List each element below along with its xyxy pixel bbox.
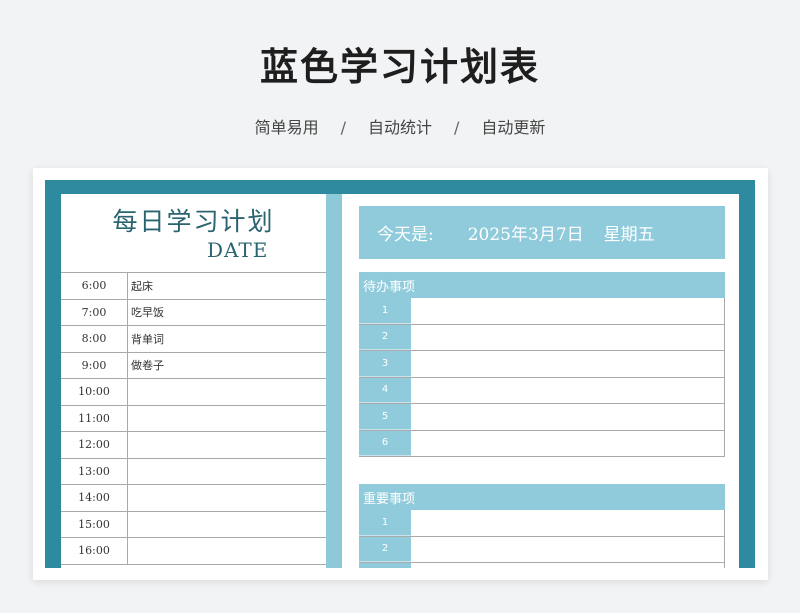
today-label: 今天是:	[377, 225, 434, 245]
schedule-time: 9:00	[61, 352, 128, 378]
todo-row-cell[interactable]	[411, 351, 725, 377]
schedule-task-cell[interactable]: 背单词	[128, 326, 326, 352]
important-row-cell[interactable]	[411, 536, 725, 562]
daily-plan-panel: 每日学习计划 DATE 6:00 起床 7:00 吃早饭 8:00 背单词 9:00 做卷子 1…	[61, 194, 327, 568]
todo-row-cell[interactable]	[411, 324, 725, 350]
feature-separator: /	[340, 118, 346, 137]
todo-row-number: 1	[359, 298, 411, 324]
todo-row-cell[interactable]	[411, 377, 725, 403]
schedule-task-cell[interactable]: 做卷子	[128, 353, 326, 379]
todo-row-cell[interactable]	[411, 404, 725, 430]
schedule-task-cell[interactable]	[128, 379, 326, 405]
schedule-task-cell[interactable]: 起床	[128, 273, 326, 299]
todo-rows: 123456	[359, 298, 725, 457]
todo-row: 6	[359, 430, 725, 457]
divider-strip	[326, 194, 342, 568]
today-banner: 今天是: 2025年3月7日 星期五	[359, 206, 725, 259]
date-label: DATE	[207, 238, 269, 262]
today-weekday: 星期五	[603, 225, 655, 245]
daily-plan-title: 每日学习计划	[112, 207, 275, 236]
overview-panel: 今天是: 2025年3月7日 星期五 待办事项 123456 重要事项 123	[342, 194, 739, 568]
schedule-task-cell[interactable]	[128, 459, 326, 485]
schedule-row: 11:00	[61, 405, 326, 432]
schedule-time: 6:00	[61, 273, 128, 299]
schedule-time: 14:00	[61, 485, 128, 511]
todo-row: 2	[359, 324, 725, 351]
important-rows: 123	[359, 510, 725, 568]
schedule-row: 7:00 吃早饭	[61, 299, 326, 326]
page-title: 蓝色学习计划表	[259, 45, 540, 89]
schedule-time: 10:00	[61, 379, 128, 405]
schedule-task-cell[interactable]	[128, 538, 326, 564]
schedule-time: 13:00	[61, 458, 128, 484]
important-row: 1	[359, 510, 725, 537]
today-date: 2025年3月7日	[467, 225, 584, 245]
todo-row: 5	[359, 404, 725, 431]
todo-row: 1	[359, 298, 725, 325]
important-title: 重要事项	[359, 484, 725, 510]
schedule-row: 15:00	[61, 511, 326, 538]
important-row-number: 2	[359, 536, 411, 562]
todo-section: 待办事项 123456	[359, 272, 725, 457]
todo-row-cell[interactable]	[411, 430, 725, 456]
schedule-task-cell[interactable]	[128, 432, 326, 458]
feature-list: 简单易用 / 自动统计 / 自动更新	[0, 114, 800, 138]
todo-row-number: 5	[359, 404, 411, 430]
schedule-row: 6:00 起床	[61, 273, 326, 300]
important-row: 3	[359, 563, 725, 568]
schedule-row: 8:00 背单词	[61, 326, 326, 353]
schedule-task-cell[interactable]	[128, 512, 326, 538]
schedule-time: 11:00	[61, 405, 128, 431]
spreadsheet-frame: 每日学习计划 DATE 6:00 起床 7:00 吃早饭 8:00 背单词 9:00 做卷子 1…	[45, 180, 755, 568]
feature-auto-update: 自动更新	[481, 118, 546, 137]
important-row-number: 3	[359, 563, 411, 568]
important-section: 重要事项 123	[359, 484, 725, 568]
todo-row-number: 3	[359, 351, 411, 377]
schedule-row: 9:00 做卷子	[61, 352, 326, 379]
schedule-row: 14:00	[61, 485, 326, 512]
schedule-time: 8:00	[61, 326, 128, 352]
important-row-number: 1	[359, 510, 411, 536]
sheet-card: 每日学习计划 DATE 6:00 起床 7:00 吃早饭 8:00 背单词 9:00 做卷子 1…	[33, 168, 768, 580]
schedule-time: 7:00	[61, 299, 128, 325]
schedule-time: 15:00	[61, 511, 128, 537]
feature-auto-stats: 自动统计	[367, 118, 432, 137]
schedule-row: 10:00	[61, 379, 326, 406]
schedule-row: 13:00	[61, 458, 326, 485]
feature-separator: /	[454, 118, 460, 137]
todo-title: 待办事项	[359, 272, 725, 298]
todo-row: 4	[359, 377, 725, 404]
todo-row: 3	[359, 351, 725, 378]
schedule-time: 16:00	[61, 538, 128, 564]
schedule-task-cell[interactable]	[128, 485, 326, 511]
schedule-task-cell[interactable]: 吃早饭	[128, 300, 326, 326]
todo-row-cell[interactable]	[411, 298, 725, 324]
schedule-row: 12:00	[61, 432, 326, 459]
todo-row-number: 6	[359, 430, 411, 456]
schedule-table: 6:00 起床 7:00 吃早饭 8:00 背单词 9:00 做卷子 10:00 11:00 12:…	[61, 272, 326, 565]
schedule-task-cell[interactable]	[128, 406, 326, 432]
important-row-cell[interactable]	[411, 510, 725, 536]
todo-row-number: 2	[359, 324, 411, 350]
important-row: 2	[359, 536, 725, 563]
feature-easy: 简单易用	[254, 118, 319, 137]
important-row-cell[interactable]	[411, 563, 725, 568]
todo-row-number: 4	[359, 377, 411, 403]
schedule-row: 16:00	[61, 538, 326, 565]
schedule-time: 12:00	[61, 432, 128, 458]
